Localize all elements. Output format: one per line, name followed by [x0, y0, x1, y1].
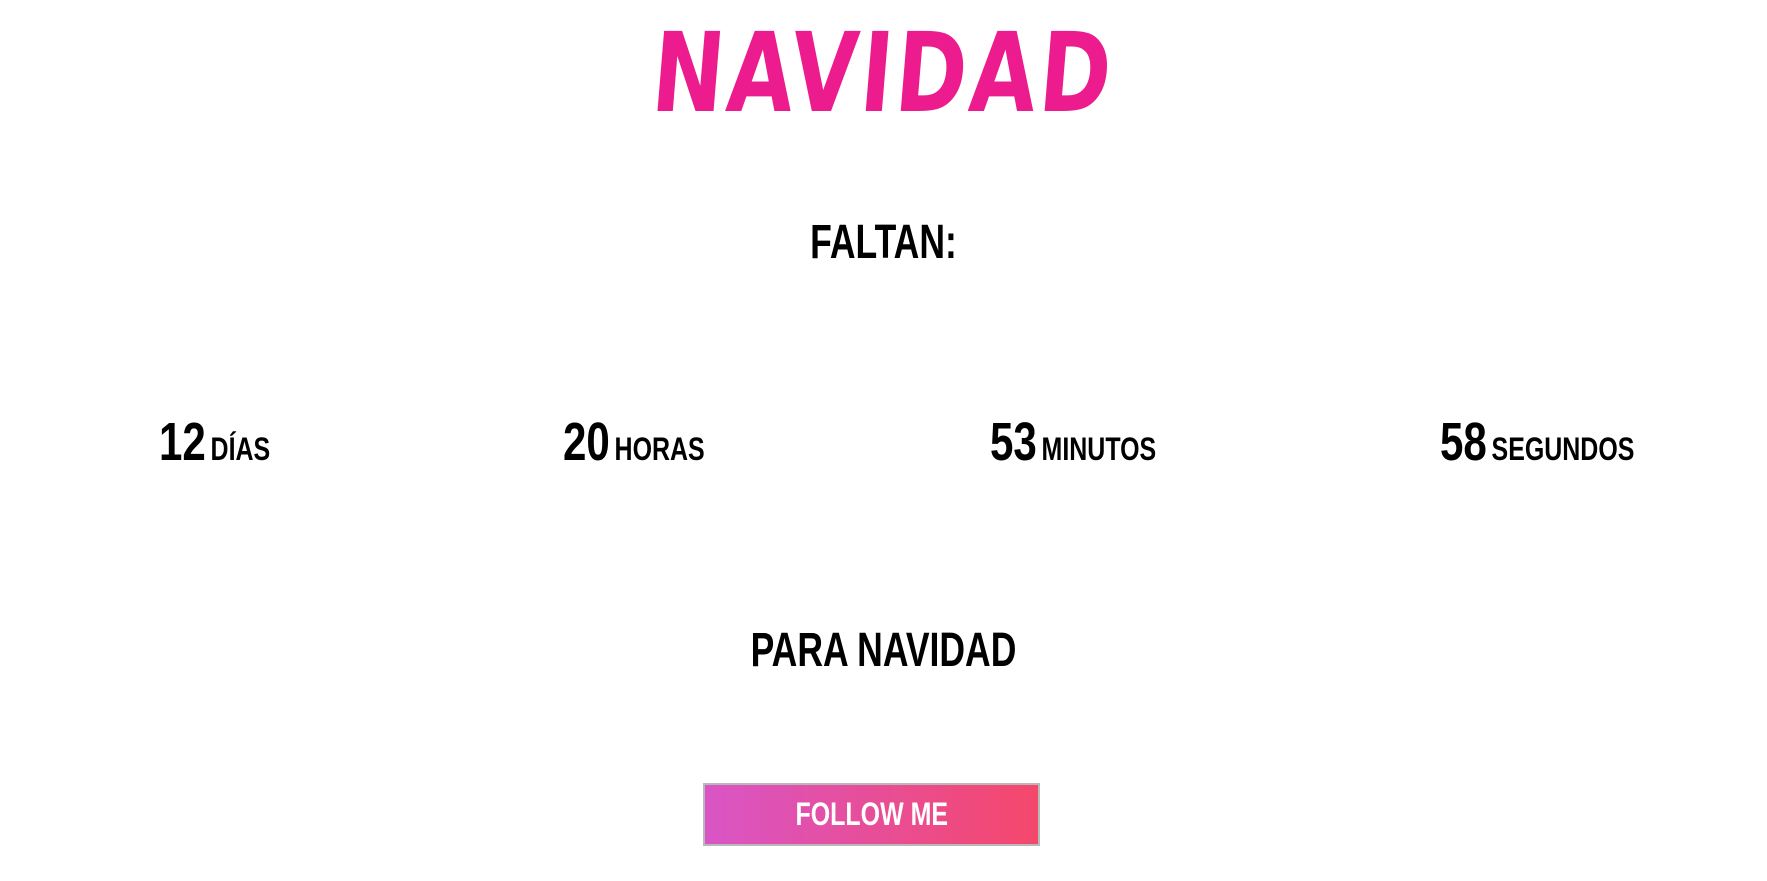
intro-label: FALTAN: [810, 216, 957, 269]
hours-value: 20 [563, 412, 610, 472]
countdown-minutes: 53 MINUTOS [990, 414, 1156, 484]
outro-label: PARA NAVIDAD [750, 624, 1017, 677]
seconds-value: 58 [1440, 412, 1487, 472]
countdown-hours: 20 HORAS [563, 414, 705, 484]
countdown-days: 12 DÍAS [159, 414, 270, 484]
hours-label: HORAS [614, 431, 705, 467]
seconds-label: SEGUNDOS [1491, 431, 1635, 467]
follow-me-button[interactable]: FOLLOW ME [703, 783, 1040, 846]
minutes-value: 53 [990, 412, 1037, 472]
follow-me-label: FOLLOW ME [795, 796, 948, 832]
countdown-seconds: 58 SEGUNDOS [1440, 414, 1634, 484]
days-value: 12 [159, 412, 206, 472]
page-title: NAVIDAD [647, 9, 1120, 137]
minutes-label: MINUTOS [1041, 431, 1157, 467]
days-label: DÍAS [210, 431, 271, 467]
